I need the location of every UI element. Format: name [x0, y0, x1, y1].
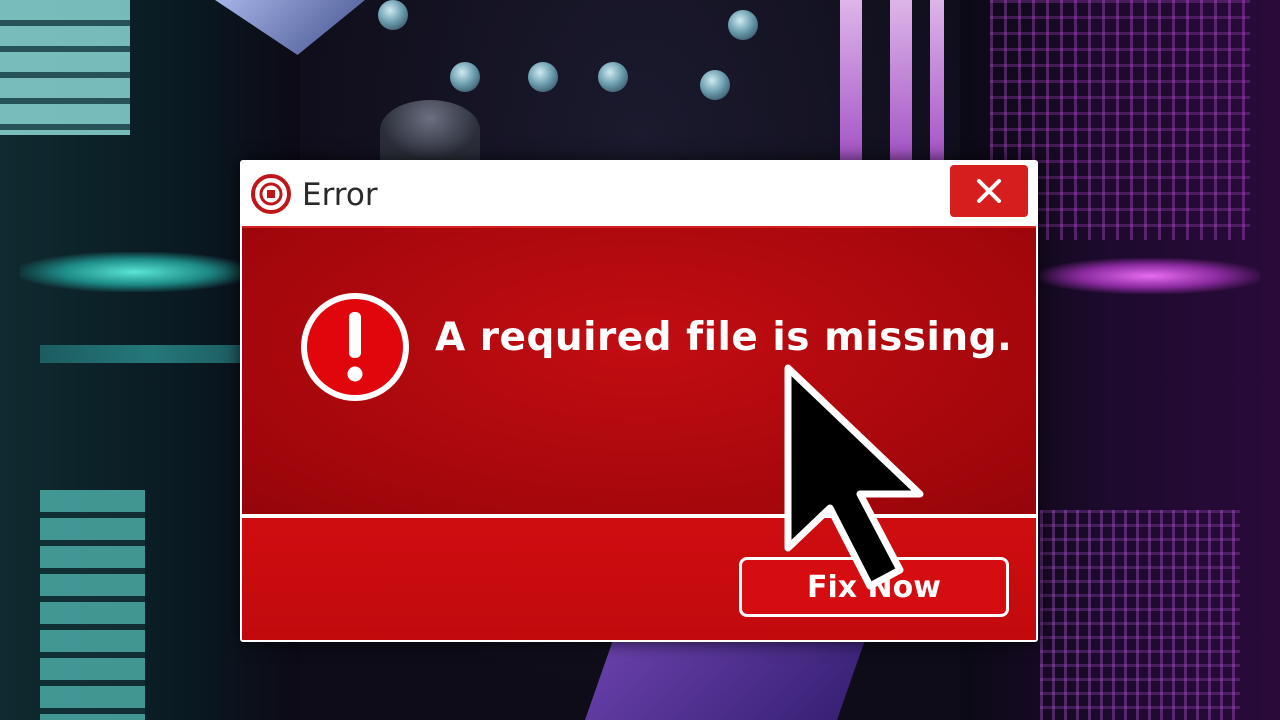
close-button[interactable] — [950, 165, 1028, 217]
capacitor-decoration — [378, 0, 408, 30]
heatsink-decoration — [40, 490, 145, 720]
purple-light-strip — [890, 0, 912, 160]
capacitor-decoration — [528, 62, 558, 92]
capacitor-decoration — [450, 62, 480, 92]
exclamation-circle-icon — [301, 293, 409, 401]
purple-light-strip — [930, 0, 944, 160]
error-dialog: Error A required file is missing. Fix No… — [240, 160, 1038, 642]
teal-glow-decoration — [20, 252, 250, 292]
fix-now-button[interactable]: Fix Now — [739, 557, 1009, 617]
desktop-background: Error A required file is missing. Fix No… — [0, 0, 1280, 720]
capacitor-decoration — [598, 62, 628, 92]
error-message: A required file is missing. — [435, 315, 1013, 360]
purple-glow-decoration — [1040, 258, 1260, 294]
dialog-titlebar: Error — [242, 162, 1036, 228]
teal-strip-decoration — [40, 345, 260, 363]
chip-decoration — [585, 640, 865, 720]
capacitor-decoration — [700, 70, 730, 100]
circle-logo-icon — [251, 174, 291, 214]
close-icon — [977, 179, 1001, 203]
heatsink-decoration — [0, 0, 130, 135]
dialog-title: Error — [302, 177, 378, 213]
capacitor-decoration — [728, 10, 758, 40]
capacitor-decoration — [380, 100, 480, 160]
circuit-decoration — [1040, 510, 1240, 720]
purple-light-strip — [840, 0, 862, 160]
